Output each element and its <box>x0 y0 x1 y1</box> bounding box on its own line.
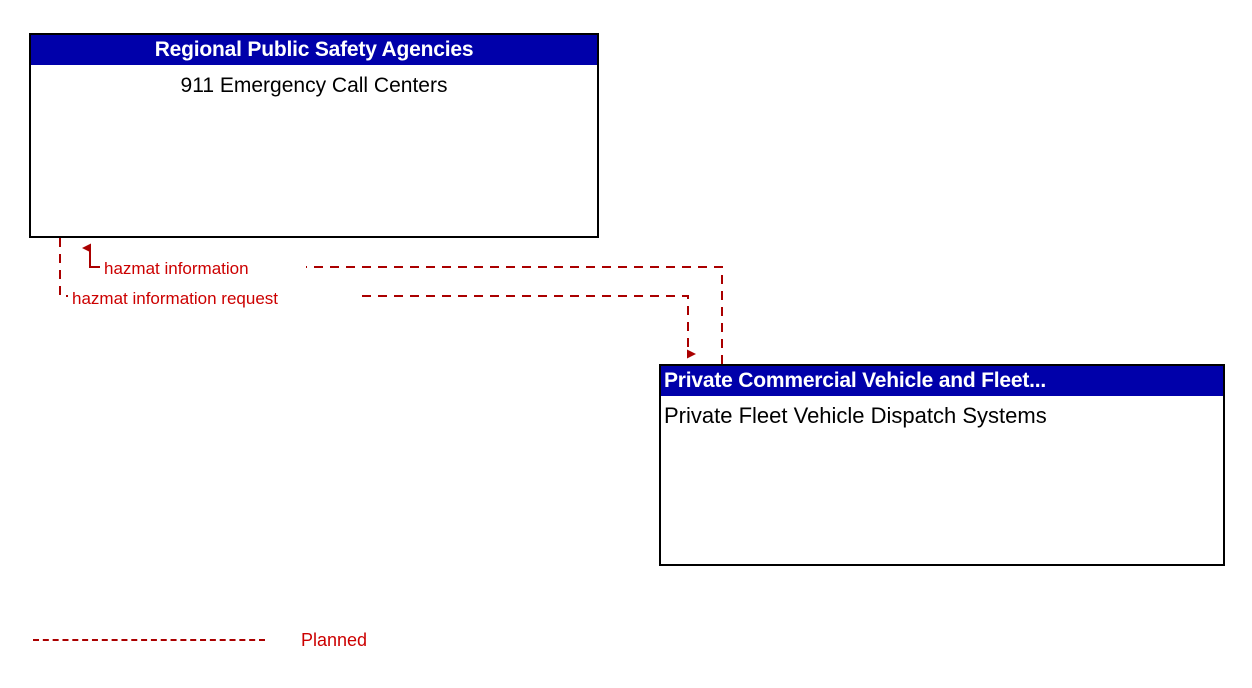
entity-name-private-fleet: Private Fleet Vehicle Dispatch Systems <box>664 403 1047 428</box>
entity-name-public-safety: 911 Emergency Call Centers <box>180 74 448 97</box>
flow-label-hazmat-information: hazmat information <box>104 259 249 278</box>
legend: Planned <box>33 628 433 658</box>
architecture-flow-diagram: Regional Public Safety Agencies 911 Emer… <box>0 0 1252 688</box>
legend-label-planned: Planned <box>301 630 368 650</box>
entity-stakeholder-header-private-fleet: Private Commercial Vehicle and Fleet... <box>661 366 1223 396</box>
entity-box-private-fleet[interactable]: Private Commercial Vehicle and Fleet... … <box>659 364 1225 566</box>
entity-stakeholder-header-public-safety: Regional Public Safety Agencies <box>31 35 597 65</box>
legend-swatch-planned <box>33 639 265 641</box>
flow-label-hazmat-information-request: hazmat information request <box>72 289 278 308</box>
entity-box-public-safety[interactable]: Regional Public Safety Agencies 911 Emer… <box>29 33 599 238</box>
